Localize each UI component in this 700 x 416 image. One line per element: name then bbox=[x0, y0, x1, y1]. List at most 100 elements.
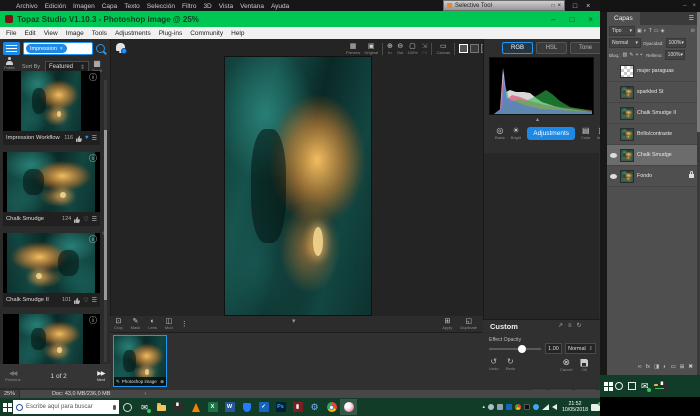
ps-blend-mode-select[interactable]: Normal ▾ bbox=[609, 38, 641, 48]
effect-opacity-value[interactable]: 1.00 bbox=[545, 343, 562, 354]
tray-drive-icon[interactable] bbox=[515, 404, 521, 410]
blend-mode-select[interactable]: Normal ⇕ bbox=[565, 343, 596, 354]
adjustment-layer-icon[interactable]: ◐ bbox=[663, 364, 666, 370]
list-icon[interactable]: ≡ bbox=[568, 323, 572, 329]
mask-button[interactable]: ✎ Mask bbox=[131, 318, 141, 330]
taskbar-app-chrome[interactable] bbox=[323, 399, 340, 415]
layer-row-mujer-paraguas[interactable]: mujer paraguas bbox=[607, 61, 697, 82]
menu-ventana[interactable]: Ventana bbox=[240, 3, 264, 10]
preset-thumbnail[interactable]: ⓘ bbox=[3, 152, 100, 212]
tab-hsl[interactable]: HSL bbox=[536, 42, 567, 54]
view-split-horizontal-toggle[interactable] bbox=[470, 44, 479, 53]
preset-menu-icon[interactable]: ☰ bbox=[92, 297, 97, 304]
fit-button[interactable]: ⇲ Fit bbox=[422, 43, 428, 55]
taskbar-app-topaz-active[interactable] bbox=[340, 399, 357, 415]
crop-button[interactable]: ⊡ Crop bbox=[114, 318, 123, 330]
preset-card-chalk-smudge[interactable]: ⓘ Chalk Smudge 124 ♡ ☰ bbox=[3, 152, 100, 226]
taskbar-app-check[interactable]: ✓ bbox=[255, 399, 272, 415]
bright-button[interactable]: ☀ Bright bbox=[511, 127, 521, 140]
info-icon[interactable]: ⓘ bbox=[89, 155, 97, 163]
layer-thumbnail[interactable] bbox=[620, 107, 634, 120]
preview-button[interactable]: ▦ Preview bbox=[346, 43, 360, 55]
menu-seleccion[interactable]: Selección bbox=[147, 3, 175, 10]
menu-imagen[interactable]: Imagen bbox=[73, 3, 95, 10]
selective-tool-titlebar[interactable]: Selective Tool □ × bbox=[443, 0, 565, 11]
taskbar-search-input[interactable]: Escribe aquí para buscar bbox=[13, 400, 119, 414]
favorite-icon[interactable]: ♥ bbox=[85, 135, 89, 141]
mon2-cortana-icon[interactable] bbox=[615, 382, 623, 390]
more-options-icon[interactable]: ⋮ bbox=[181, 321, 188, 328]
preset-menu-icon[interactable]: ☰ bbox=[92, 216, 97, 223]
layer-row-brillo-contraste[interactable]: Brillo/contraste bbox=[607, 124, 697, 145]
taskbar-app-vlc[interactable] bbox=[187, 399, 204, 415]
info-icon[interactable]: ⓘ bbox=[89, 74, 97, 82]
action-center-icon[interactable] bbox=[591, 404, 600, 411]
view-single-toggle[interactable] bbox=[459, 44, 468, 53]
tray-teamviewer-icon[interactable] bbox=[506, 404, 512, 410]
tray-user-icon[interactable] bbox=[488, 404, 494, 410]
menu-texto[interactable]: Texto bbox=[124, 3, 140, 10]
network-icon[interactable] bbox=[542, 404, 549, 410]
preset-thumbnail[interactable]: ⓘ bbox=[3, 71, 100, 131]
cancel-button[interactable]: ⊗ Cancel bbox=[560, 358, 572, 372]
layer-thumbnail[interactable] bbox=[620, 149, 634, 162]
filter-smart-icon[interactable]: ◈ bbox=[661, 28, 665, 34]
adjustments-button[interactable]: Adjustments bbox=[527, 127, 575, 140]
menu-ayuda[interactable]: Ayuda bbox=[271, 3, 289, 10]
topaz-menu-image[interactable]: Image bbox=[66, 30, 84, 37]
search-tag-pill[interactable]: Impression × bbox=[26, 44, 67, 53]
search-tag-remove-icon[interactable]: × bbox=[60, 46, 63, 52]
layer-filter-select[interactable]: Tipo ▾ bbox=[609, 26, 635, 36]
effect-opacity-slider[interactable] bbox=[489, 348, 541, 350]
volume-icon[interactable] bbox=[552, 404, 557, 410]
zoom-level[interactable]: 25% bbox=[0, 390, 20, 398]
zoom-in-button[interactable]: ⊕ In bbox=[387, 43, 393, 55]
redo-button[interactable]: ↻ Redo bbox=[506, 358, 516, 371]
lock-pixels-icon[interactable]: ✎ bbox=[629, 52, 633, 58]
remove-image-icon[interactable]: ⊗ bbox=[160, 379, 164, 385]
original-button[interactable]: ▣ Original bbox=[364, 43, 378, 55]
public-toggle[interactable]: Public bbox=[4, 61, 15, 70]
visibility-slot[interactable] bbox=[609, 153, 617, 158]
thumbs-up-icon[interactable] bbox=[74, 297, 80, 304]
thumbs-up-icon[interactable] bbox=[76, 135, 82, 142]
info-icon[interactable]: ⓘ bbox=[89, 236, 97, 244]
effect-opacity-knob[interactable] bbox=[518, 345, 526, 353]
histogram-collapse-icon[interactable]: ▴ bbox=[536, 116, 539, 123]
menu-vista[interactable]: Vista bbox=[219, 3, 233, 10]
previous-page-button[interactable]: ◀◀ Previous bbox=[5, 371, 21, 382]
mon2-app-icon[interactable]: ▘ bbox=[659, 382, 668, 391]
microphone-icon[interactable] bbox=[113, 405, 116, 410]
filter-pin-icon[interactable]: ⊙ bbox=[691, 28, 695, 34]
taskbar-app-explorer[interactable] bbox=[153, 399, 170, 415]
taskbar-app-mail[interactable]: ✉ bbox=[136, 399, 153, 415]
info-icon[interactable]: ⓘ bbox=[89, 317, 97, 325]
layer-row-sparkled-st[interactable]: sparkled St bbox=[607, 82, 697, 103]
preset-thumbnail[interactable]: ⓘ bbox=[3, 233, 100, 293]
lock-transparent-icon[interactable]: ▨ bbox=[623, 52, 628, 58]
color-button[interactable]: ▤ Color bbox=[581, 127, 591, 140]
new-layer-icon[interactable]: ⊞ bbox=[680, 364, 685, 370]
panel-menu-icon[interactable]: ☰ bbox=[689, 15, 694, 22]
group-layers-icon[interactable]: ▭ bbox=[671, 364, 676, 370]
tray-blue-icon[interactable] bbox=[533, 404, 539, 410]
layer-fx-icon[interactable]: fx bbox=[646, 364, 650, 370]
layer-mask-icon[interactable]: ◨ bbox=[654, 364, 659, 370]
selective-restore-icon[interactable]: □ bbox=[551, 3, 554, 9]
main-image[interactable] bbox=[225, 57, 371, 315]
search-input[interactable]: Impression × bbox=[23, 42, 93, 55]
menu-archivo[interactable]: Archivo bbox=[16, 3, 38, 10]
duplicate-button[interactable]: ◱ Duplicate bbox=[460, 318, 477, 330]
search-icon[interactable] bbox=[96, 44, 105, 53]
layer-thumbnail[interactable] bbox=[620, 86, 634, 99]
filter-adjustment-icon[interactable]: ◐ bbox=[644, 28, 647, 34]
preset-card-partial[interactable]: ⓘ bbox=[3, 314, 100, 364]
tab-tone[interactable]: Tone bbox=[570, 42, 601, 54]
mon2-start-button[interactable] bbox=[604, 382, 608, 386]
layer-row-chalk-smudge-ii[interactable]: Chalk Smudge II bbox=[607, 103, 697, 124]
link-layers-icon[interactable]: ∞ bbox=[638, 364, 642, 370]
filter-type-icon[interactable]: T bbox=[649, 28, 652, 34]
taskbar-app-defender[interactable] bbox=[238, 399, 255, 415]
layer-thumbnail[interactable] bbox=[620, 170, 634, 183]
layer-thumbnail[interactable] bbox=[620, 65, 634, 78]
